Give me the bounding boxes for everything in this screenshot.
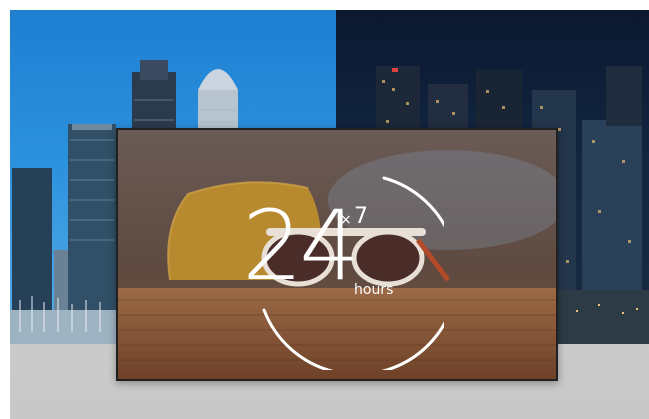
badge-unit: hours <box>354 282 394 298</box>
badge-multiplier: 7 <box>354 204 368 229</box>
availability-badge: 24 × 7 hours <box>234 160 444 370</box>
badge-multiplier-symbol: × <box>340 212 352 228</box>
hero-stage: 24 × 7 hours <box>10 10 649 419</box>
feature-video-frame: 24 × 7 hours <box>116 128 558 381</box>
